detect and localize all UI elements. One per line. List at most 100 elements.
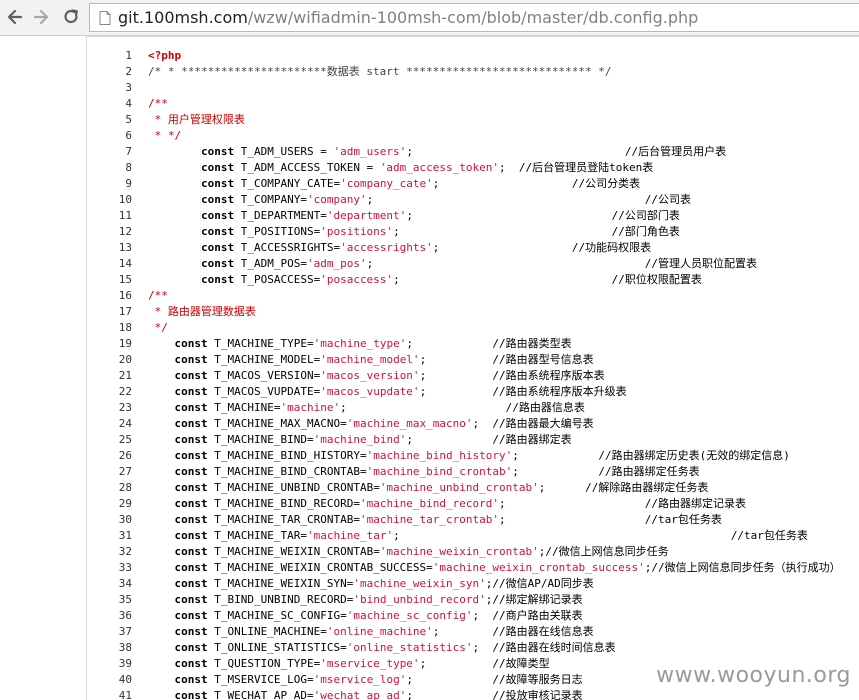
address-bar[interactable]: git.100msh.com/wzw/wifiadmin-100msh-com/… <box>89 3 859 32</box>
code-text: * 用户管理权限表 <box>148 112 245 128</box>
url-host: git.100msh.com <box>118 8 248 27</box>
code-text: /** <box>148 288 168 304</box>
line-number: 14 <box>118 257 132 270</box>
code-token: ; //商户路由关联表 <box>472 609 583 622</box>
code-text: const T_MACHINE_BIND='machine_bind'; //路… <box>148 432 572 448</box>
code-token: T_MACHINE_WEIXIN_SYN= <box>207 577 354 590</box>
code-token: 'adm_pos' <box>306 257 367 270</box>
code-token: ;//微信上网信息同步任务 <box>538 545 669 558</box>
line-number: 17 <box>118 305 132 318</box>
code-token: const <box>200 225 235 238</box>
code-text: const T_ACCESSRIGHTS='accessrights'; //功… <box>148 240 651 256</box>
line-number: 10 <box>118 193 132 206</box>
code-token: T_MACHINE_BIND= <box>207 433 314 446</box>
code-line: 23 const T_MACHINE='machine'; //路由器信息表 <box>87 400 859 416</box>
code-token: T_ONLINE_STATISTICS= <box>207 641 347 654</box>
code-text: */ <box>148 320 168 336</box>
code-text: * */ <box>148 128 182 144</box>
code-line: 36 const T_MACHINE_SC_CONFIG='machine_sc… <box>87 608 859 624</box>
line-number: 24 <box>118 417 132 430</box>
line-number: 34 <box>118 577 132 590</box>
code-line: 34 const T_MACHINE_WEIXIN_SYN='machine_w… <box>87 576 859 592</box>
code-token: const <box>174 401 208 414</box>
code-token: T_MACHINE_WEIXIN_CRONTAB_SUCCESS= <box>207 561 433 574</box>
code-token: ; //路由器在线时间信息表 <box>472 641 616 654</box>
code-text: const T_MACHINE_BIND_RECORD='machine_bin… <box>148 496 746 512</box>
code-line: 1 <?php <box>87 48 859 64</box>
code-token: 'machine_type' <box>313 337 407 350</box>
reload-button[interactable] <box>60 6 82 28</box>
code-text: const T_POSITIONS='positions'; //部门角色表 <box>148 224 680 240</box>
code-token: T_ADM_ACCESS_TOKEN = <box>234 161 380 174</box>
code-line: 30 const T_MACHINE_TAR_CRONTAB='machine_… <box>87 512 859 528</box>
code-text: const T_COMPANY='company'; //公司表 <box>148 192 691 208</box>
code-token: ;//微信AP/AD同步表 <box>485 577 594 590</box>
code-token: T_MACOS_VUPDATE= <box>207 385 321 398</box>
code-line: 10 const T_COMPANY='company'; //公司表 <box>87 192 859 208</box>
code-line: 20 const T_MACHINE_MODEL='machine_model'… <box>87 352 859 368</box>
code-token: 'machine_bind_crontab' <box>366 465 513 478</box>
code-token: const <box>174 353 208 366</box>
code-token: ; //路由系统程序版本表 <box>419 369 605 382</box>
code-token: const <box>174 369 208 382</box>
code-token: const <box>200 193 235 206</box>
code-token: ; //路由器绑定表 <box>406 433 572 446</box>
code-token: ;//绑定解绑记录表 <box>485 593 583 606</box>
code-token: ; //路由器信息表 <box>340 401 585 414</box>
code-token: T_MACHINE_SC_CONFIG= <box>207 609 347 622</box>
code-line: 5 * 用户管理权限表 <box>87 112 859 128</box>
code-token: 'macos_vupdate' <box>320 385 420 398</box>
code-text: const T_ONLINE_STATISTICS='online_statis… <box>148 640 616 656</box>
code-token: <?php <box>148 49 182 62</box>
code-line: 35 const T_BIND_UNBIND_RECORD='bind_unbi… <box>87 592 859 608</box>
code-text: const T_MACHINE_MODEL='machine_model'; /… <box>148 352 594 368</box>
code-token: T_ADM_POS= <box>234 257 307 270</box>
code-token: const <box>174 657 208 670</box>
url-text: git.100msh.com/wzw/wifiadmin-100msh-com/… <box>118 8 698 27</box>
forward-button[interactable] <box>30 6 52 28</box>
back-button[interactable] <box>4 6 26 28</box>
code-token: T_COMPANY_CATE= <box>234 177 341 190</box>
line-number: 6 <box>125 129 132 142</box>
code-token: ;//微信上网信息同步任务（执行成功） <box>644 561 841 574</box>
code-token: T_MACHINE_TAR= <box>207 529 307 542</box>
code-token: T_MSERVICE_LOG= <box>207 673 314 686</box>
code-token: T_MACHINE_BIND_HISTORY= <box>207 449 367 462</box>
code-text: const T_BIND_UNBIND_RECORD='bind_unbind_… <box>148 592 583 608</box>
code-token: const <box>174 497 208 510</box>
code-token: ; //公司分类表 <box>432 177 641 190</box>
code-token: ; //投放审核记录表 <box>406 689 583 700</box>
code-token: const <box>174 689 208 700</box>
code-line: 38 const T_ONLINE_STATISTICS='online_sta… <box>87 640 859 656</box>
code-token: T_QUESTION_TYPE= <box>207 657 321 670</box>
code-text: const T_WECHAT_AP_AD='wechat_ap_ad'; //投… <box>148 688 583 700</box>
code-token: 'machine' <box>280 401 341 414</box>
line-number: 36 <box>118 609 132 622</box>
code-token: const <box>174 385 208 398</box>
code-token: const <box>174 529 208 542</box>
code-token: const <box>174 593 208 606</box>
code-token: 'online_statistics' <box>346 641 473 654</box>
code-text: const T_MACHINE_WEIXIN_CRONTAB='machine_… <box>148 544 669 560</box>
code-token: ; //tar包任务表 <box>499 513 722 526</box>
code-line: 18 */ <box>87 320 859 336</box>
code-token: const <box>200 209 235 222</box>
code-token: const <box>174 609 208 622</box>
code-token: const <box>174 545 208 558</box>
code-text: const T_COMPANY_CATE='company_cate'; //公… <box>148 176 640 192</box>
line-number: 22 <box>118 385 132 398</box>
code-token: T_MACHINE_BIND_RECORD= <box>207 497 360 510</box>
code-token: T_ADM_USERS = <box>234 145 334 158</box>
code-token: const <box>174 433 208 446</box>
code-line: 37 const T_ONLINE_MACHINE='online_machin… <box>87 624 859 640</box>
code-token: const <box>174 561 208 574</box>
code-token: 'machine_weixin_crontab' <box>379 545 539 558</box>
line-number: 31 <box>118 529 132 542</box>
code-token: 'adm_users' <box>333 145 407 158</box>
code-token: T_MACHINE= <box>207 401 281 414</box>
